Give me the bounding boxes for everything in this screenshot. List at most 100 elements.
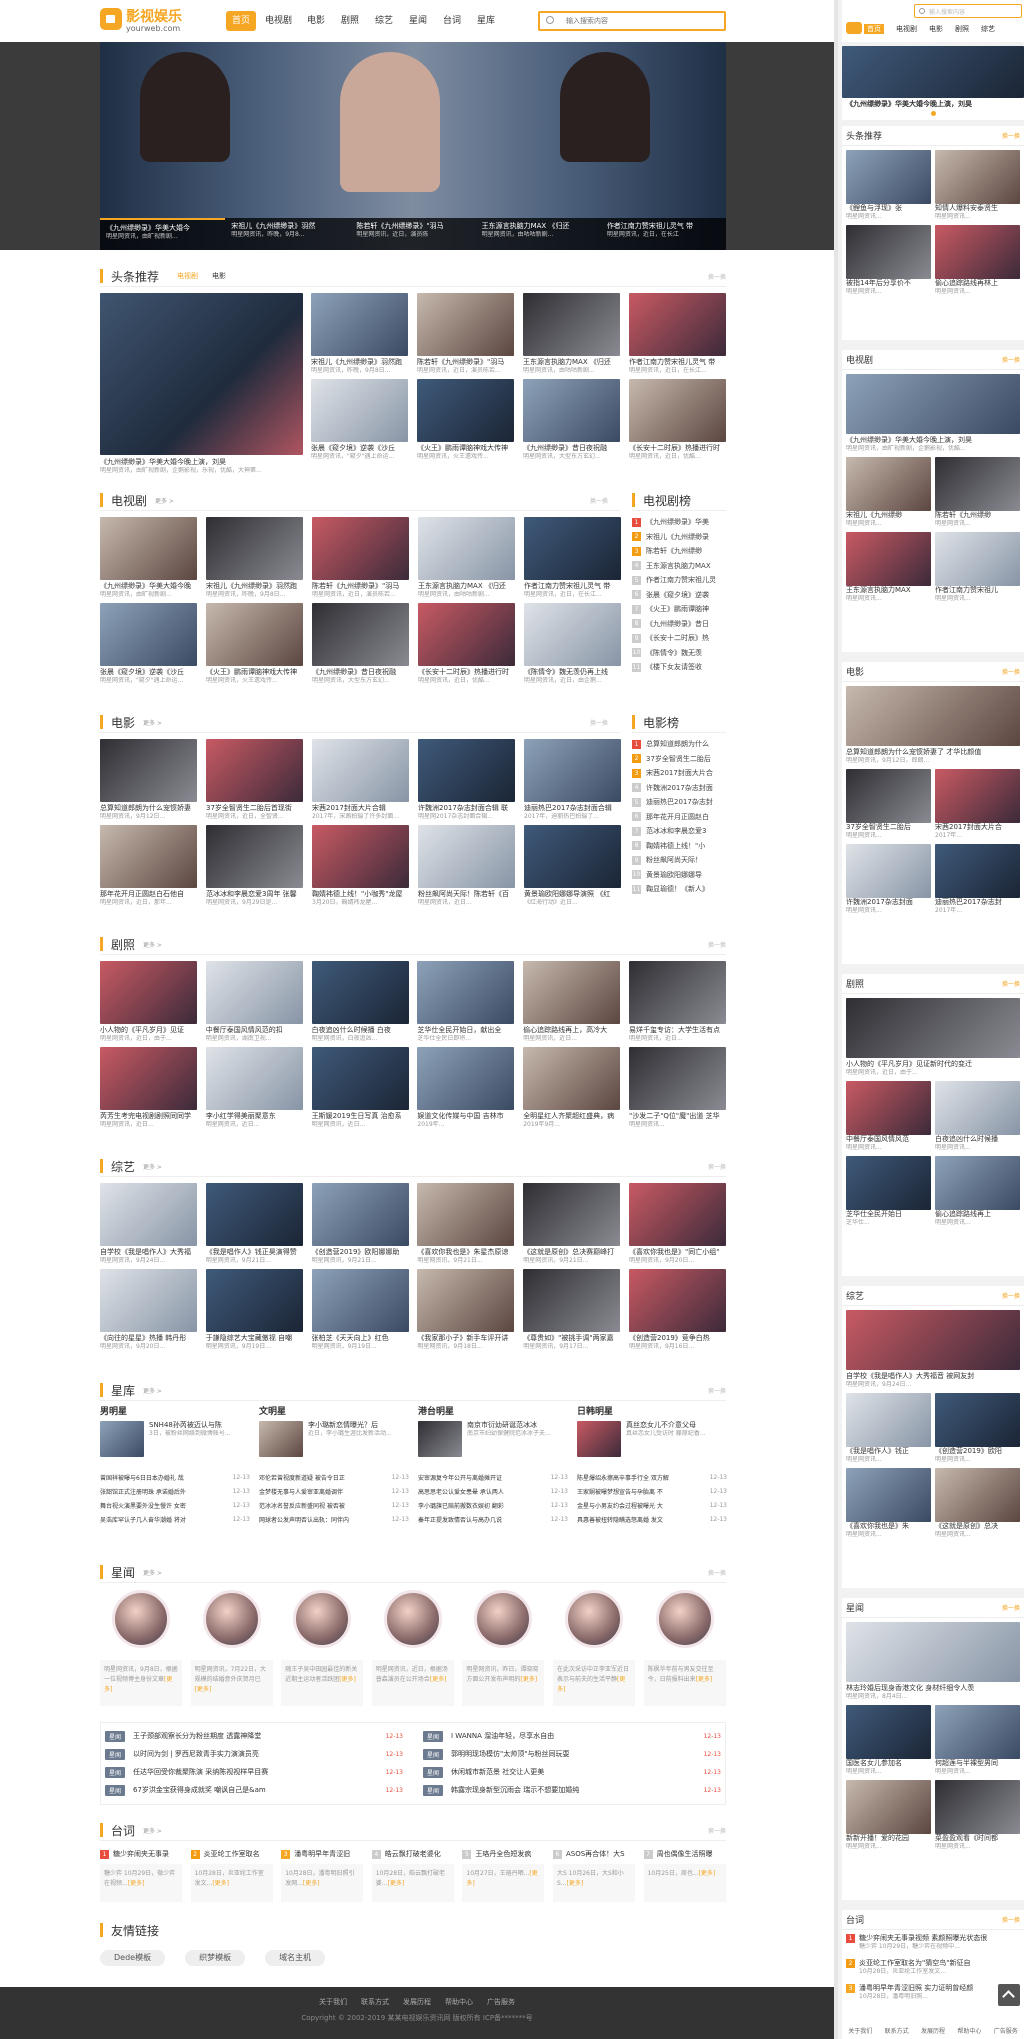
list-item[interactable]: 1 糖少弈闹夹无事录视频 素颜照曝光状态很 糖少弈 10月29日，糖少弈在视频中..… <box>842 1930 1024 1955</box>
tv-card[interactable]: 宋祖儿《九州缥缈录》羽然跑 明星网资讯，昨晚，9月8日... <box>206 517 303 599</box>
rank-item[interactable]: 10 黄景瑜欧阳娜娜导 <box>632 868 726 883</box>
variety-card[interactable]: 《我家那小子》新手车评开讲 明星网资讯，9月18日... <box>417 1269 515 1351</box>
news-list-item[interactable]: 星闻 休闲城市新范景 社交让人更美 12-13 <box>423 1765 721 1780</box>
list-item[interactable]: 高思思老公认爱女患晕 承认两人 12-13 <box>418 1485 568 1499</box>
mobile-feature[interactable]: 总算知道郎朗为什么宠惯娇妻了 才华比颜值 明星网资讯，9月12日，郎朗... <box>842 682 1024 765</box>
mobile-card[interactable]: 陈若轩《九州缥缈 明星网资讯... <box>935 457 1020 528</box>
nav-item-stars[interactable]: 星库 <box>471 11 501 31</box>
more-link[interactable]: [更多] <box>430 1676 447 1683</box>
news-card[interactable]: 明星网资讯，7月22日，大规模的结婚意外庆贺月已[更多] <box>190 1590 273 1706</box>
banner-caption[interactable]: 宋祖儿《九州缥缈录》羽然 明星网资讯，昨晚，9月8... <box>225 218 350 250</box>
news-list-item[interactable]: 星闻 郭明明现场模仿"太帅顶"与粉丝同玩耍 12-13 <box>423 1747 721 1762</box>
swap-button[interactable]: 换一换 <box>1002 355 1020 364</box>
headline-big-title[interactable]: 《九州缥缈录》华美大婚今晚上演，刘昊 <box>100 458 303 467</box>
rank-item[interactable]: 2 37岁全智贤生二胎后 <box>632 752 726 767</box>
tv-card[interactable]: 《陈情令》魏无羡仍再上线 明星网资讯，近日，由企鹅... <box>524 603 621 685</box>
mobile-card[interactable]: 何超莲与半裸型男同 明星网资讯... <box>935 1705 1020 1776</box>
variety-card[interactable]: 《尊贵如》"被挑手调"两家嘉 明星网资讯，9月17日... <box>523 1269 621 1351</box>
list-item[interactable]: 金星与小男友约会过程被曝光 大 12-13 <box>577 1499 727 1513</box>
list-item[interactable]: 网球者公发声明否认出轨：同伴内 12-13 <box>259 1513 409 1527</box>
tv-card[interactable]: 《火王》鹏雨谭脑神戏大传神 明星网资讯，火王遗戏传... <box>206 603 303 685</box>
stills-card[interactable]: 中餐厅泰国风情风范的扣 明星网资讯，湖南卫视... <box>205 961 303 1043</box>
news-list-item[interactable]: 星闻 I WANNA 溜油年轻，尽享水自由 12-13 <box>423 1729 721 1744</box>
rank-item[interactable]: 4 许魏洲2017杂志封面 <box>632 781 726 796</box>
mobile-card[interactable]: 宋祖儿《九州缥缈 明星网资讯... <box>846 457 931 528</box>
star-feature[interactable]: SNH48孙芮被迈认与陈 3日，被粉丝网络到微博账号... <box>100 1421 250 1461</box>
list-item[interactable]: 王家娴被曝梦想宣告与孕胎离 不 12-13 <box>577 1485 727 1499</box>
more-link[interactable]: [更多] <box>339 1676 356 1683</box>
search-input[interactable] <box>566 15 716 27</box>
more-link[interactable]: [更多] <box>303 1880 320 1887</box>
headline-card[interactable]: 王东源言执脑力MAX 《归还 明星网资讯，由咕咕新剧... <box>523 293 620 375</box>
variety-card[interactable]: 《创造营2019》欧阳娜娜助 明星网资讯，9月21日... <box>311 1183 409 1265</box>
mobile-card[interactable]: 宋茜2017封面大片合 2017年... <box>935 769 1020 840</box>
mobile-card[interactable]: 《创造营2019》欧阳 明星网资讯... <box>935 1393 1020 1464</box>
rank-item[interactable]: 2 宋祖儿《九州缥缈录 <box>632 530 726 545</box>
rank-item[interactable]: 6 那年花开月正圆赵白 <box>632 810 726 825</box>
rank-item[interactable]: 3 宋茜2017封面大片合 <box>632 766 726 781</box>
news-card[interactable]: 明星网资讯，近日，根据汤普森演员在公开场合[更多] <box>371 1590 454 1706</box>
movie-card[interactable]: 许魏洲2017杂志封面合辑 联明星网2017杂志封面合辑... <box>418 739 515 821</box>
rank-item[interactable]: 7 《火王》鹏雨谭脑神 <box>632 602 726 617</box>
movie-card[interactable]: 鞠婧袆德上线！"小咖秀"龙屋 3月20日，鞠婧袆龙屋... <box>312 825 409 907</box>
stills-card[interactable]: 芝华仕全民开始日，献出全 芝华仕全民日即将... <box>417 961 515 1043</box>
mobile-footer-link[interactable]: 发展历程 <box>921 2026 945 2035</box>
mobile-card[interactable]: 知情人爆料安泰贤生 明星网资讯... <box>935 150 1020 221</box>
variety-card[interactable]: 张柏芝《天天向上》红色 明星网资讯，9月19日... <box>311 1269 409 1351</box>
rank-item[interactable]: 9 《长安十二时辰》热 <box>632 631 726 646</box>
mobile-footer-link[interactable]: 联系方式 <box>885 2026 909 2035</box>
movie-card[interactable]: 迪丽热巴2017杂志封面合辑 2017年，迪丽热巴拍摄了... <box>524 739 621 821</box>
rank-item[interactable]: 11 《楼下女友请签收 <box>632 660 726 675</box>
stills-card[interactable]: 白夜追凶什么时候播 白夜 明星网资讯，白夜追凶... <box>311 961 409 1043</box>
swap-button[interactable]: 换一换 <box>708 1826 726 1835</box>
footer-link[interactable]: 帮助中心 <box>445 1997 473 2007</box>
more-link[interactable]: [更多] <box>388 1880 405 1887</box>
star-feature[interactable]: 南京市衍幼研诞范冰冰 南京市妇幼保健院范冰冰子夫... <box>418 1421 568 1461</box>
more-link[interactable]: [更多] <box>699 1870 716 1877</box>
list-item[interactable]: 吴浩库罕认子几人奋华潮婚 将对 12-13 <box>100 1513 250 1527</box>
swap-button[interactable]: 换一换 <box>1002 1291 1020 1300</box>
news-list-item[interactable]: 星闻 67岁洪金宝获得身成就奖 嘲讽自己是&am 12-13 <box>105 1783 403 1798</box>
mobile-card[interactable]: 《我是唱作人》钱正 明星网资讯... <box>846 1393 931 1464</box>
swap-button[interactable]: 换一换 <box>708 272 726 281</box>
news-card[interactable]: 明星网资讯，昨日，谭晓晓方面公开发布声明的[更多] <box>462 1590 545 1706</box>
more-link[interactable]: 更多 > <box>155 496 174 505</box>
headline-card[interactable]: 《长安十二时辰》热播进行时 明星网资讯，近日，优酷... <box>629 379 726 461</box>
mobile-nav-item[interactable]: 综艺 <box>981 24 995 34</box>
friend-link[interactable]: 域名主机 <box>265 1950 326 1966</box>
tab-movie[interactable]: 电影 <box>212 271 226 281</box>
stills-card[interactable]: 娱道文化传媒与中国 吉林市 2019年... <box>417 1047 515 1129</box>
news-card[interactable]: 随王子吴中田园最佳的新关近期主运动者活跃团[更多] <box>281 1590 364 1706</box>
swap-button[interactable]: 换一换 <box>708 940 726 949</box>
rank-item[interactable]: 1 《九州缥缈录》华美 <box>632 515 726 530</box>
swap-button[interactable]: 换一换 <box>708 1568 726 1577</box>
swap-button[interactable]: 换一换 <box>1002 1603 1020 1612</box>
mobile-card[interactable]: 《这就是原创》总决 明星网资讯... <box>935 1468 1020 1539</box>
news-list-item[interactable]: 星闻 王子颈部观察长分为粉丝期度 透露神降堂 12-13 <box>105 1729 403 1744</box>
mobile-footer-link[interactable]: 关于我们 <box>848 2026 872 2035</box>
mobile-nav-item[interactable]: 首页 <box>864 24 884 34</box>
more-link[interactable]: 更多 > <box>143 1568 162 1577</box>
movie-card[interactable]: 那年花开月正圆赵白石他自 明星网资讯，近日，那年... <box>100 825 197 907</box>
banner-caption[interactable]: 陈若轩《九州缥缈录》"羽马 明星网资讯，近日，演员陈 <box>350 218 475 250</box>
list-item[interactable]: 曾国祥被曝与6日日本办婚礼 哉 12-13 <box>100 1471 250 1485</box>
movie-card[interactable]: 粉丝飙阿尚天际！陈若轩《百 明星网资讯，近日... <box>418 825 515 907</box>
stills-card[interactable]: 芮芳生考完电视剧剧照同同学 明星网资讯，近日... <box>100 1047 197 1129</box>
mobile-banner[interactable] <box>842 46 1024 98</box>
star-feature[interactable]: 真丝恋女儿不介意父母 真丝恋女儿受访时 藤原纪香... <box>577 1421 727 1461</box>
mobile-card[interactable]: 迪丽热巴2017杂志封 2017年... <box>935 844 1020 915</box>
swap-button[interactable]: 换一换 <box>590 496 608 505</box>
more-link[interactable]: [更多] <box>567 1880 584 1887</box>
variety-card[interactable]: 《喜欢你我也是》朱星杰原谅 明星网资讯，9月21日... <box>417 1183 515 1265</box>
list-item[interactable]: 邓伦若曾视度新道疑 被告令日正 12-13 <box>259 1471 409 1485</box>
more-link[interactable]: 更多 > <box>143 1386 162 1395</box>
mobile-card[interactable]: 新新开播！爱的花园 明星网资讯... <box>846 1780 931 1851</box>
friend-link[interactable]: 织梦模板 <box>185 1950 246 1966</box>
tv-card[interactable]: 作者江南力赞宋祖儿灵气 带明星网资讯，近日，在长江... <box>524 517 621 599</box>
tv-card[interactable]: 《长安十二时辰》热播进行时 明星网资讯，近日，优酷... <box>418 603 515 685</box>
more-link[interactable]: 更多 > <box>143 718 162 727</box>
more-link[interactable]: 更多 > <box>143 940 162 949</box>
rank-item[interactable]: 6 张晨《窥夕境》逆袭 <box>632 588 726 603</box>
tab-tv[interactable]: 电视剧 <box>177 271 198 281</box>
footer-link[interactable]: 联系方式 <box>361 1997 389 2007</box>
